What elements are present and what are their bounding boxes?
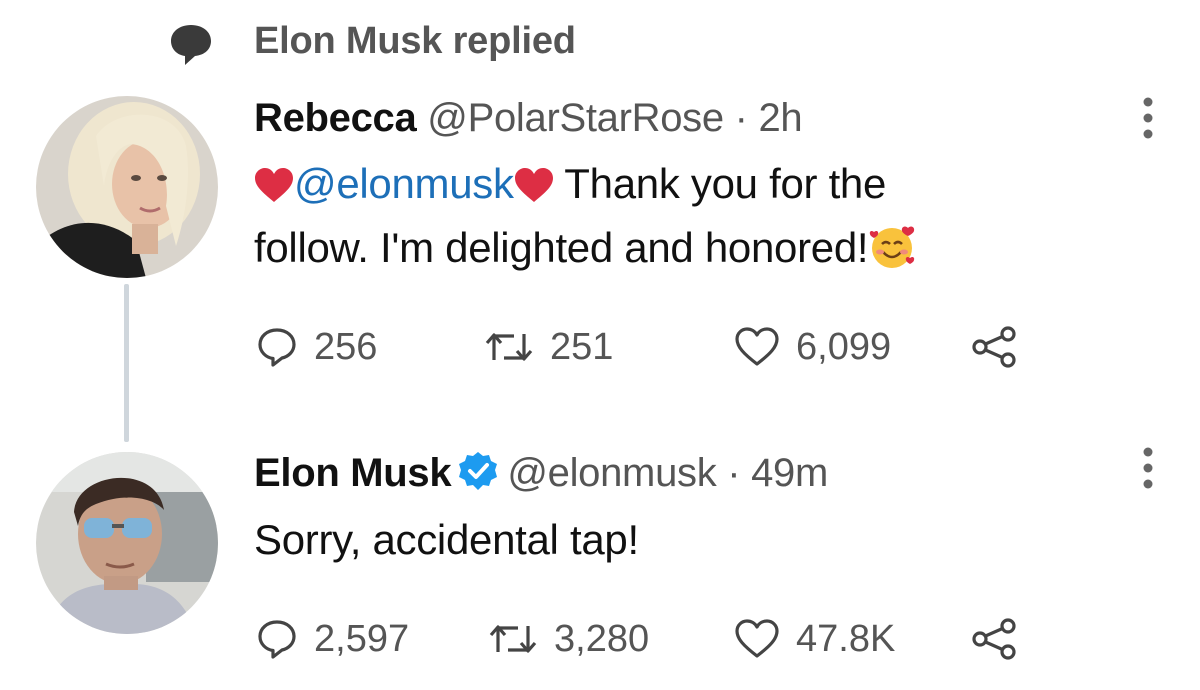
tweet-text: @elonmusk Thank you for the follow. I'm d…	[254, 152, 1134, 280]
reply-icon	[258, 328, 296, 367]
speech-bubble-icon	[168, 22, 214, 68]
heart-icon	[735, 327, 779, 366]
retweet-count: 3,280	[554, 617, 650, 660]
retweet-button[interactable]: 3,280	[488, 614, 649, 664]
more-dots-icon	[1143, 447, 1153, 489]
tweet-rebecca[interactable]: Rebecca @PolarStarRose · 2h @elonmusk Th…	[0, 90, 1200, 440]
share-icon	[972, 618, 1016, 660]
tweet-header: Rebecca @PolarStarRose · 2h	[254, 96, 803, 141]
share-button[interactable]	[970, 322, 1020, 372]
tweet-header: Elon Musk @elonmusk · 49m	[254, 450, 828, 496]
reply-button[interactable]: 2,597	[256, 614, 409, 664]
red-heart-emoji-icon	[514, 158, 554, 202]
more-options-button[interactable]	[1142, 96, 1154, 140]
red-heart-emoji-icon	[254, 158, 294, 202]
like-count: 47.8K	[796, 617, 896, 660]
heart-icon	[735, 619, 779, 658]
reply-button[interactable]: 256	[256, 322, 377, 372]
tweet-text: Sorry, accidental tap!	[254, 516, 639, 563]
retweet-button[interactable]: 251	[484, 322, 613, 372]
more-dots-icon	[1143, 97, 1153, 139]
share-button[interactable]	[970, 614, 1020, 664]
handle-and-time: @PolarStarRose · 2h	[427, 96, 803, 140]
retweet-icon	[485, 333, 533, 361]
like-count: 6,099	[796, 325, 892, 368]
tweet-actions: 256 251 6,099	[256, 322, 1056, 372]
retweet-icon	[489, 625, 537, 653]
author-name[interactable]: Elon Musk	[254, 451, 452, 495]
mention-link[interactable]: @elonmusk	[294, 160, 514, 207]
share-icon	[972, 326, 1016, 368]
tweet-actions: 2,597 3,280 47.8K	[256, 614, 1056, 664]
tweet-elon-musk[interactable]: Elon Musk @elonmusk · 49m Sorry, acciden…	[0, 440, 1200, 690]
like-button[interactable]: 6,099	[734, 322, 891, 372]
reply-count: 256	[314, 325, 378, 368]
reply-context-text: Elon Musk replied	[254, 20, 576, 62]
reply-icon	[258, 620, 296, 659]
reply-notification: Elon Musk replied Rebecca @PolarStarRose…	[0, 0, 1200, 690]
author-name[interactable]: Rebecca	[254, 96, 417, 140]
reply-context[interactable]: Elon Musk replied	[0, 0, 1200, 90]
handle-and-time: @elonmusk · 49m	[507, 451, 828, 495]
verified-badge-icon	[457, 450, 499, 492]
tweet-text-line1: Thank you for the	[553, 160, 887, 207]
reply-count: 2,597	[314, 617, 410, 660]
smiling-face-with-hearts-emoji-icon	[868, 222, 916, 270]
retweet-count: 251	[550, 325, 614, 368]
more-options-button[interactable]	[1142, 446, 1154, 490]
like-button[interactable]: 47.8K	[734, 614, 895, 664]
tweet-text-line2: follow. I'm delighted and honored!	[254, 224, 869, 271]
